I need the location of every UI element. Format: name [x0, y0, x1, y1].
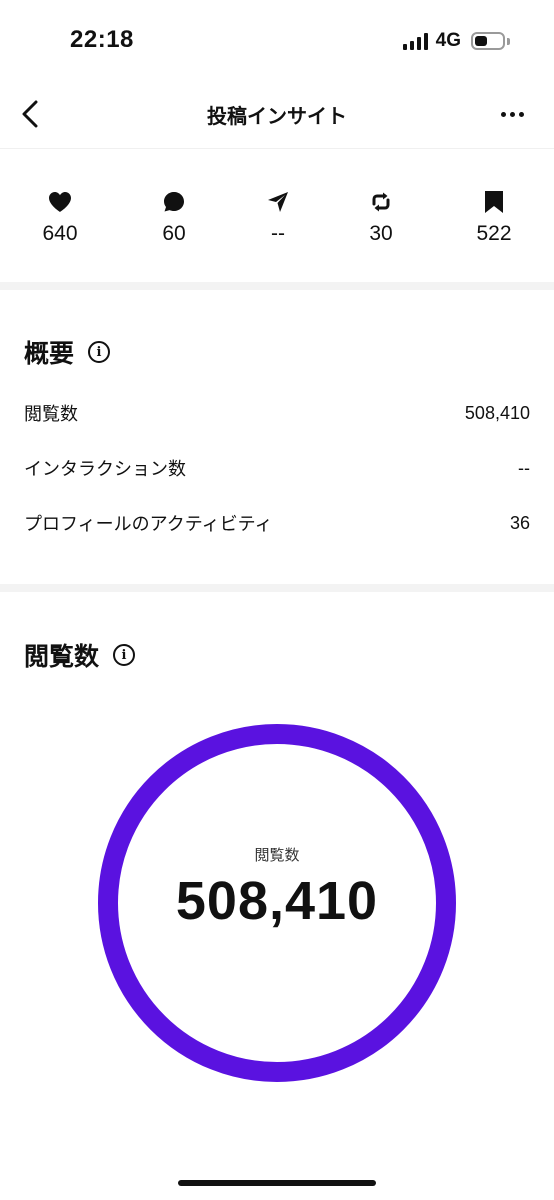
post-insights-screen: 22:18 4G 投稿インサイト 640 60 -- 30 522 概要 i 閲…	[0, 0, 554, 1200]
overview-section-title: 概要 i	[24, 334, 111, 370]
battery-cap	[507, 37, 510, 45]
stat-value: 30	[369, 222, 393, 245]
stat-value: 522	[476, 222, 512, 245]
overview-row-views: 閲覧数 508,410	[24, 398, 530, 428]
info-icon[interactable]: i	[88, 341, 111, 363]
info-icon[interactable]: i	[113, 644, 136, 666]
overview-row-profile-activity: プロフィールのアクティビティ 36	[24, 508, 530, 538]
views-ring-chart: 閲覧数 508,410	[96, 722, 458, 1084]
overview-row-label: インタラクション数	[24, 459, 186, 479]
more-horizontal-icon-dot	[518, 111, 524, 117]
more-options-button[interactable]	[492, 96, 532, 132]
cellular-signal-icon	[402, 32, 428, 50]
stat-value: 640	[42, 222, 78, 245]
stat-value: 60	[162, 222, 186, 245]
stat-reposts: 30	[331, 190, 431, 246]
overview-row-value: 36	[509, 512, 530, 533]
views-section-title: 閲覧数 i	[24, 637, 136, 673]
overview-row-label: 閲覧数	[24, 404, 78, 424]
repost-icon	[369, 190, 393, 214]
overview-row-interactions: インタラクション数 --	[24, 453, 530, 483]
comment-icon	[162, 190, 186, 214]
bookmark-icon	[482, 190, 506, 214]
ring-label: 閲覧数	[254, 847, 300, 864]
status-time: 22:18	[70, 26, 134, 53]
overview-row-label: プロフィールのアクティビティ	[24, 514, 273, 534]
network-type: 4G	[435, 30, 461, 51]
share-icon	[266, 190, 290, 214]
status-bar: 22:18 4G	[0, 0, 554, 80]
stat-comments: 60	[124, 190, 224, 246]
navigation-header: 投稿インサイト	[0, 80, 554, 149]
stat-value: --	[271, 222, 285, 245]
battery-level-fill	[475, 36, 487, 46]
status-indicators: 4G	[402, 30, 510, 52]
ring-value: 508,410	[175, 871, 379, 931]
engagement-stats: 640 60 -- 30 522	[0, 150, 554, 282]
stat-likes: 640	[10, 190, 110, 246]
page-title: 投稿インサイト	[207, 106, 347, 128]
heart-icon	[48, 190, 72, 214]
section-divider	[0, 584, 554, 592]
stat-saves: 522	[444, 190, 544, 246]
section-divider	[0, 282, 554, 290]
more-horizontal-icon-dot	[500, 111, 506, 117]
more-horizontal-icon-dot	[509, 111, 515, 117]
stat-shares: --	[228, 190, 328, 246]
home-indicator	[178, 1180, 376, 1186]
views-title: 閲覧数	[24, 643, 100, 671]
battery-icon	[471, 32, 505, 50]
overview-row-value: --	[518, 457, 530, 478]
overview-title: 概要	[24, 340, 75, 368]
overview-row-value: 508,410	[464, 402, 530, 423]
